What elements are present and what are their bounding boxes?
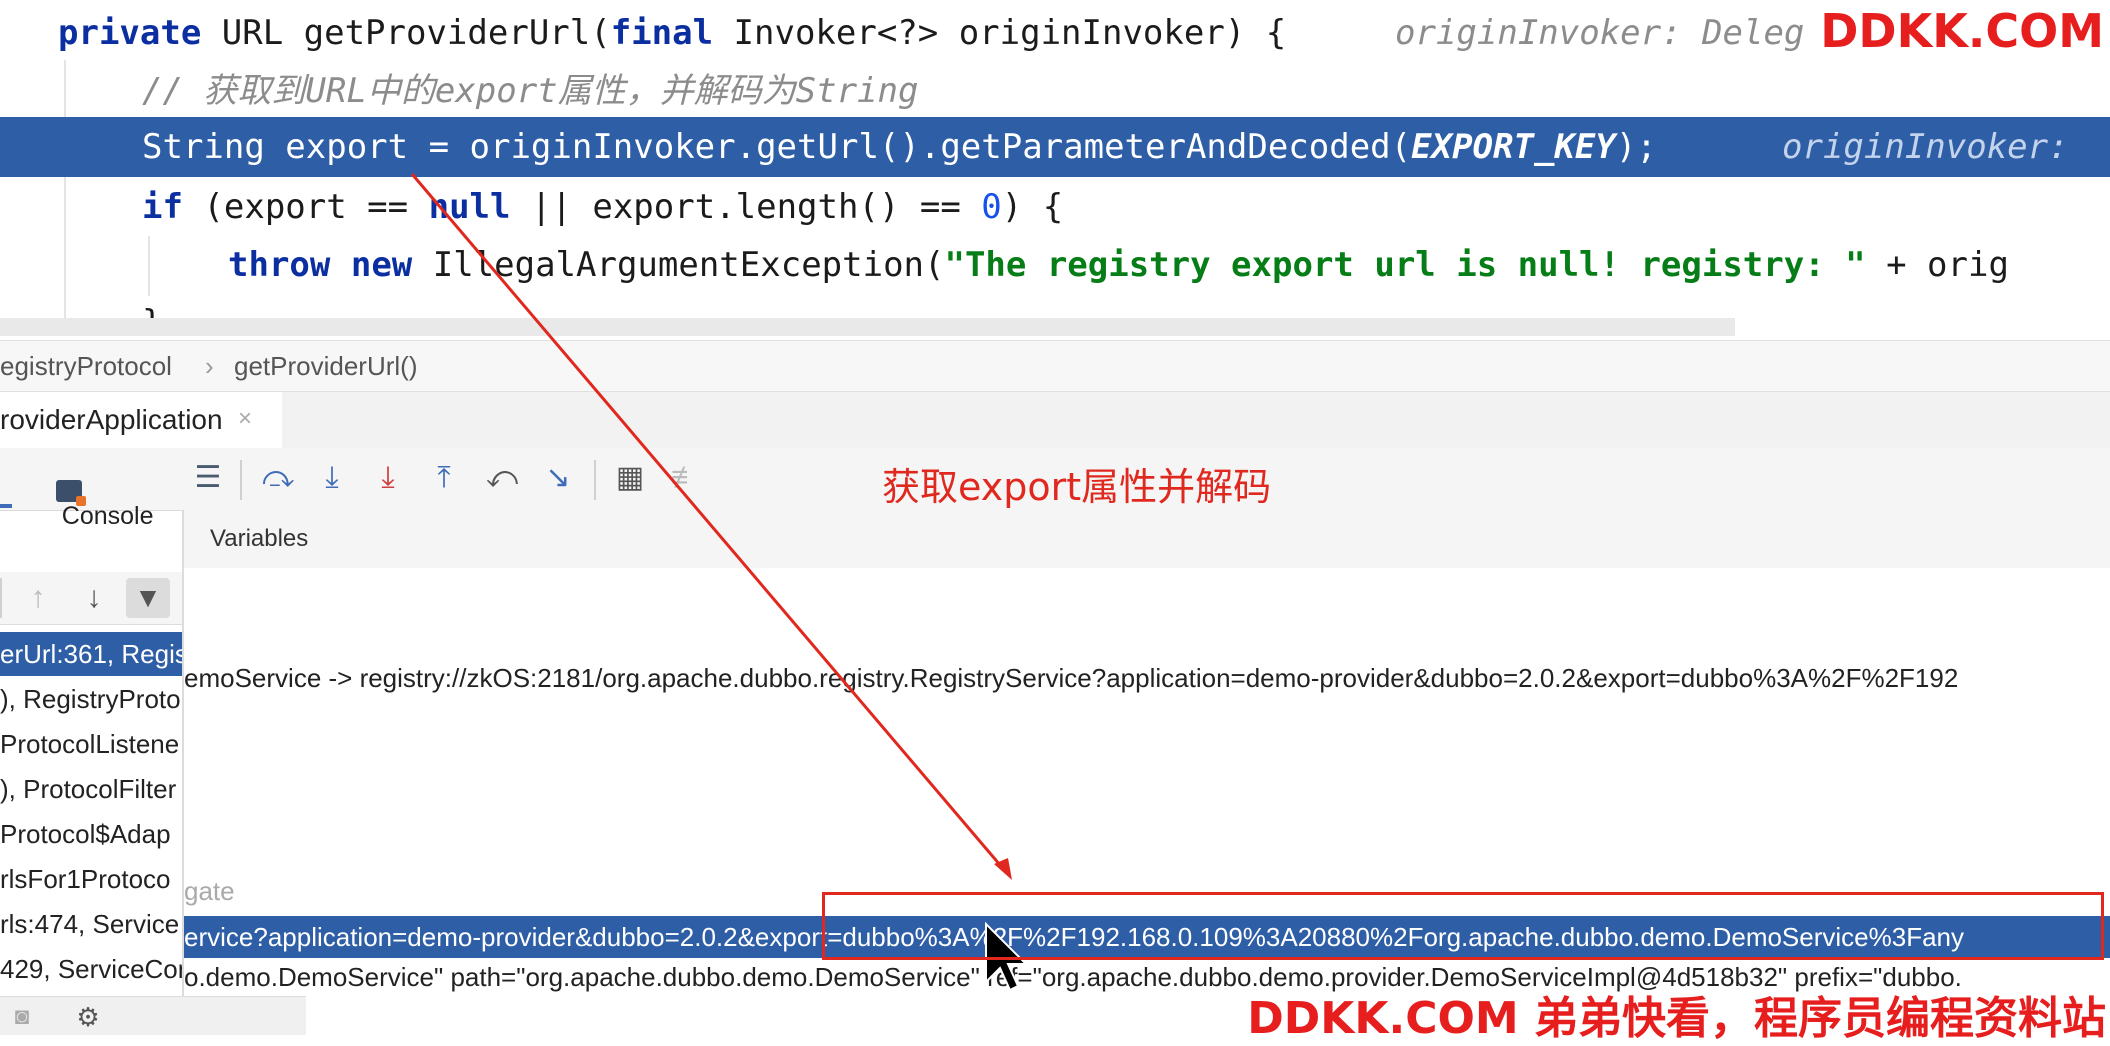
code-line-method-signature[interactable]: private URL getProviderUrl(final Invoker… — [58, 4, 1286, 62]
frame-item[interactable]: 429, ServiceCon — [0, 947, 182, 991]
current-execution-line[interactable]: String export = originInvoker.getUrl().g… — [0, 117, 2110, 177]
keyword-if: if — [142, 187, 183, 227]
tab-label: roviderApplication — [0, 404, 223, 435]
string-literal: "The registry export url is null! regist… — [944, 245, 1866, 285]
horizontal-scrollbar[interactable] — [0, 318, 1735, 336]
close-icon[interactable]: × — [238, 405, 252, 433]
frames-bottom-bar: ◙ ⚙ — [0, 996, 306, 1035]
console-icon — [55, 480, 86, 506]
code-line-if[interactable]: if (export == null || export.length() ==… — [142, 178, 1063, 236]
breadcrumb-separator: › — [205, 351, 214, 381]
trace-icon[interactable]: ≢ — [668, 460, 704, 496]
code-text: String export = originInvoker.getUrl().g… — [142, 127, 1412, 167]
frame-item[interactable]: ProtocolListene — [0, 722, 182, 766]
variables-title: Variables — [210, 525, 309, 552]
keyword-throw: throw — [228, 245, 331, 285]
variables-tree[interactable]: emoService -> registry://zkOS:2181/org.a… — [184, 568, 2110, 1034]
arrow-up-icon[interactable]: ↑ — [20, 580, 56, 616]
console-tab[interactable]: Console — [38, 462, 154, 530]
variables-header: Variables — [184, 510, 2110, 569]
frames-list[interactable]: erUrl:361, Regis ), RegistryProto Protoc… — [0, 632, 182, 1034]
toolbar-separator — [240, 460, 242, 500]
frame-item[interactable]: rls:474, Service — [0, 902, 182, 946]
code-text: || export.length() == — [510, 187, 982, 227]
step-over-icon[interactable]: ⤼ — [260, 460, 296, 496]
constant-export-key: EXPORT_KEY — [1411, 127, 1616, 167]
debug-tab-bar: roviderApplication × — [0, 392, 2110, 452]
force-step-into-icon[interactable]: ⤓ — [370, 460, 406, 496]
breadcrumb: egistryProtocol › getProviderUrl() — [0, 340, 2110, 392]
watermark-bottom: DDKK.COM 弟弟快看，程序员编程资料站 — [1247, 993, 2106, 1044]
step-into-icon[interactable]: ⤓ — [314, 460, 350, 496]
code-text: IllegalArgumentException( — [412, 245, 945, 285]
code-comment[interactable]: // 获取到URL中的export属性，并解码为String — [142, 62, 918, 120]
code-text: ); — [1615, 127, 1657, 167]
menu-icon[interactable]: ☰ — [190, 460, 226, 496]
code-editor[interactable]: private URL getProviderUrl(final Invoker… — [0, 0, 2110, 336]
camera-icon[interactable]: ◙ — [4, 999, 40, 1035]
code-line-get-export: String export = originInvoker.getUrl().g… — [142, 118, 1657, 176]
frame-item[interactable]: Protocol$Adap — [0, 812, 182, 856]
keyword-final: final — [610, 13, 714, 53]
indent-guide — [64, 60, 66, 320]
code-text: (export == — [182, 187, 429, 227]
frame-item[interactable]: erUrl:361, Regis — [0, 632, 182, 676]
frames-toolbar: ↑ ↓ ▼ — [0, 572, 182, 625]
breadcrumb-class[interactable]: egistryProtocol — [0, 351, 172, 382]
frame-item[interactable]: ), RegistryProto — [0, 677, 182, 721]
arrow-down-icon[interactable]: ↓ — [76, 580, 112, 616]
console-label: Console — [61, 502, 154, 530]
evaluate-icon[interactable]: ▦ — [612, 460, 648, 496]
code-text: + orig — [1865, 245, 2009, 285]
step-out-icon[interactable]: ⤒ — [426, 460, 462, 496]
gear-icon[interactable]: ⚙ — [70, 999, 106, 1035]
run-to-cursor-icon[interactable]: ↘ — [540, 460, 576, 496]
variable-row[interactable]: gate — [184, 876, 235, 907]
keyword-new: new — [350, 245, 413, 285]
inline-debug-hint: originInvoker: — [1782, 127, 2090, 167]
debugger-tab-underline — [0, 504, 12, 508]
filter-icon[interactable]: ▼ — [126, 578, 170, 618]
code-text: ) { — [1001, 187, 1064, 227]
toolbar-separator — [594, 460, 596, 500]
watermark-top: DDKK.COM — [1820, 4, 2104, 58]
annotation-text: 获取export属性并解码 — [882, 465, 1272, 509]
code-text: Invoker<?> originInvoker) { — [713, 13, 1287, 53]
breadcrumb-method[interactable]: getProviderUrl() — [234, 351, 418, 382]
keyword-private: private — [58, 13, 202, 53]
keyword-null: null — [428, 187, 511, 227]
drop-frame-icon[interactable]: ⤺ — [484, 460, 520, 496]
code-line-throw[interactable]: throw new IllegalArgumentException("The … — [228, 236, 2009, 294]
tab-provider-application[interactable]: roviderApplication × — [0, 392, 282, 452]
code-text: URL getProviderUrl( — [201, 13, 611, 53]
frame-item[interactable]: ), ProtocolFilter — [0, 767, 182, 811]
toolbar-separator — [0, 578, 2, 618]
variable-row[interactable]: emoService -> registry://zkOS:2181/org.a… — [184, 663, 1958, 694]
indent-guide — [148, 236, 150, 296]
frame-item[interactable]: rlsFor1Protoco — [0, 857, 182, 901]
inline-debug-hint: originInvoker: Deleg — [1395, 13, 1805, 53]
number-literal: 0 — [981, 187, 1002, 227]
annotation-highlight-box — [822, 892, 2104, 960]
